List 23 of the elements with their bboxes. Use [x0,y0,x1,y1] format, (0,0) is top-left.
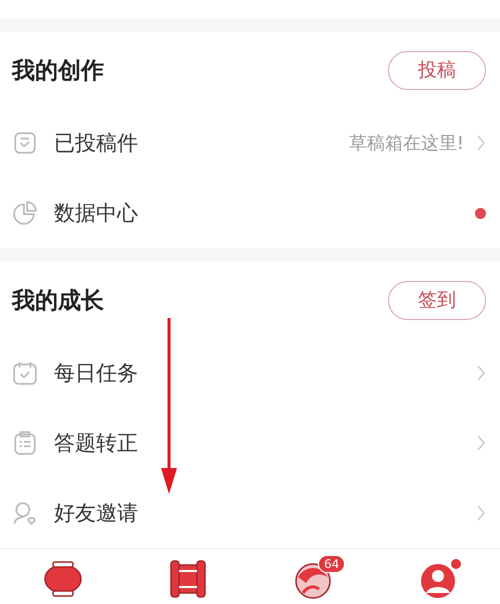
menu-item-label[interactable]: 每日任务 [54,359,138,387]
lantern-icon[interactable] [42,559,82,599]
hint-text: 草稿箱在这里! [348,132,464,155]
document-icon [12,130,38,156]
menu-item-label[interactable]: 好友邀请 [54,499,138,527]
clipboard-icon [12,430,38,456]
calendar-icon [12,360,38,386]
chevron-right-icon [476,434,486,452]
menu-item-label[interactable]: 数据中心 [54,199,138,227]
person-icon [12,500,38,526]
section-title: 我的创作 [12,56,104,86]
action-button[interactable]: 投稿 [388,50,486,90]
notification-dot [475,208,486,218]
count-badge: 64 [318,555,346,573]
action-button[interactable]: 签到 [388,280,486,320]
chevron-right-icon [476,504,486,522]
scroll-icon[interactable] [168,559,208,599]
menu-item-label[interactable]: 答题转正 [54,429,138,457]
chevron-right-icon [476,364,486,382]
pie-chart-icon [12,200,38,226]
menu-item-label[interactable]: 已投稿件 [54,129,138,157]
chevron-right-icon [476,134,486,152]
section-title: 我的成长 [12,286,104,316]
